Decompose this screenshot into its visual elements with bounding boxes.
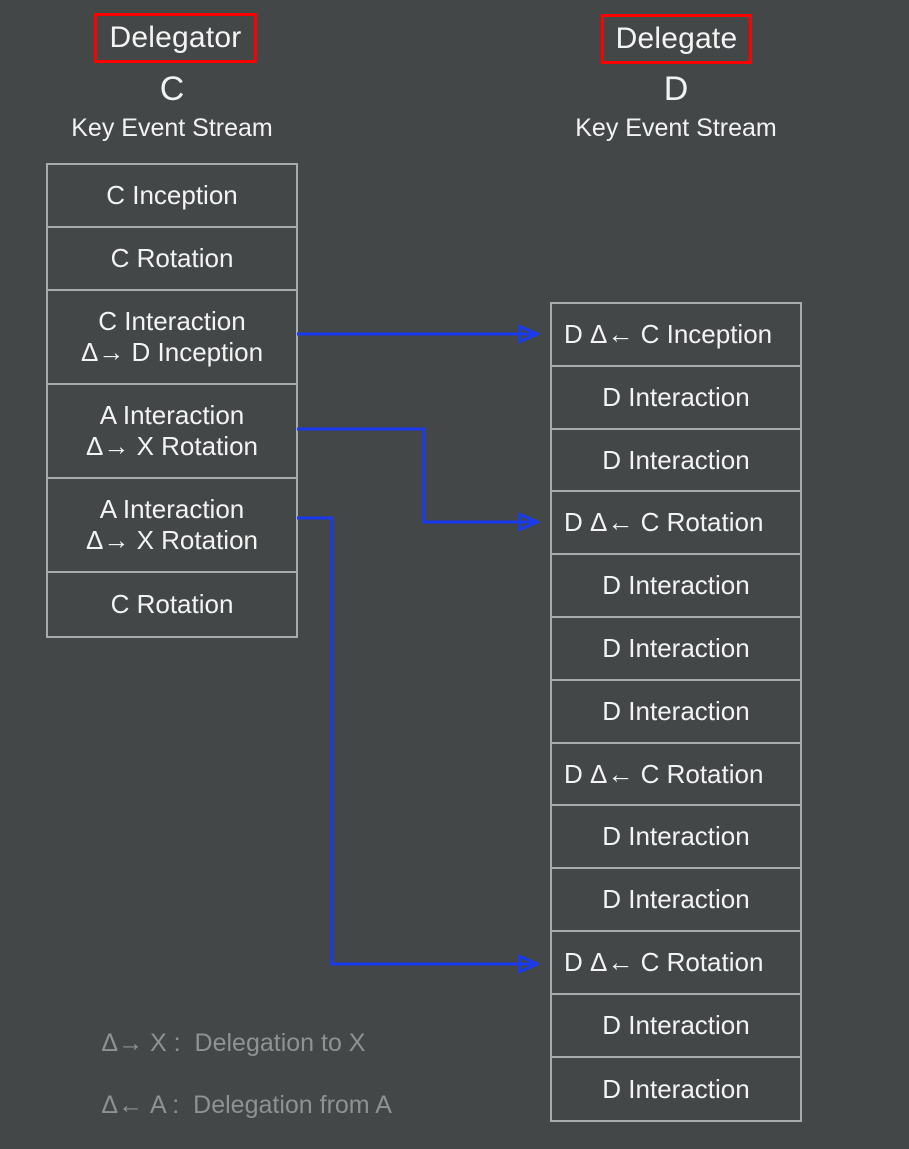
delegator-event-row: C Interaction Δ→ D Inception (48, 291, 296, 385)
delegate-title-box: Delegate (601, 14, 752, 64)
delegate-event-text: D Interaction (602, 381, 750, 412)
delegate-event-stack: D Δ← C Inception D Interaction D Interacti… (550, 302, 802, 1123)
delegate-event-text: D Interaction (602, 821, 750, 852)
delegate-event-text: D Interaction (602, 884, 750, 915)
delegate-event-row: D Interaction (552, 869, 800, 932)
delegate-event-text: D Interaction (602, 695, 750, 726)
delegator-event-text: C Rotation (110, 243, 234, 274)
legend-from-description: Delegation from A (193, 1091, 392, 1119)
delegator-event-row: A Interaction Δ→ X Rotation (48, 385, 296, 479)
delegate-event-text: D Δ← C Rotation (564, 947, 764, 978)
delegate-event-row: D Δ← C Inception (552, 304, 800, 367)
delegate-event-text: D Δ← C Rotation (564, 507, 764, 538)
delegate-event-row: D Interaction (552, 367, 800, 430)
delegate-event-row: D Interaction (552, 806, 800, 870)
legend-to-description: Delegation to X (194, 1029, 366, 1057)
delegate-event-row: D Δ← C Rotation (552, 492, 800, 556)
delegate-stream-label: Key Event Stream (575, 114, 777, 142)
rotation-link-2 (297, 516, 537, 964)
delegate-identifier-letter: D (663, 70, 689, 108)
delegator-title-box: Delegator (94, 13, 257, 63)
delegator-event-text: C Inception (106, 180, 238, 211)
delegate-event-row: D Interaction (552, 1058, 800, 1121)
delegate-event-text: D Δ← C Inception (564, 319, 773, 350)
delegate-event-row: D Interaction (552, 618, 800, 681)
delegator-event-stack: C Inception C Rotation C Interaction Δ→ D I… (46, 163, 298, 638)
delegate-event-row: D Interaction (552, 430, 800, 493)
delegate-event-row: D Interaction (552, 555, 800, 618)
delegate-event-row: D Δ← C Rotation (552, 932, 800, 995)
delegator-event-text: C Rotation (110, 589, 234, 620)
delegator-event-row: C Rotation (48, 228, 296, 291)
delegate-event-text: D Interaction (602, 1073, 750, 1104)
delegate-event-text: D Interaction (602, 570, 750, 601)
delegator-identifier-letter: C (159, 70, 185, 108)
delegate-event-text: D Δ← C Rotation (564, 758, 764, 789)
delegate-title-label: Delegate (615, 22, 738, 55)
rotation-link-1 (297, 427, 537, 522)
delegate-event-text: D Interaction (602, 633, 750, 664)
legend-from-key: Δ← A : (101, 1091, 180, 1119)
delegator-event-row: C Inception (48, 165, 296, 228)
delegate-event-row: D Interaction (552, 681, 800, 744)
delegator-event-row: C Rotation (48, 573, 296, 636)
delegator-title-label: Delegator (109, 21, 242, 54)
delegator-event-text: C Interaction Δ→ D Inception (80, 306, 264, 367)
legend-to-key: Δ→ X : (101, 1029, 181, 1057)
delegate-event-text: D Interaction (602, 444, 750, 475)
delegator-event-text: A Interaction Δ→ X Rotation (86, 400, 258, 461)
delegate-event-row: D Δ← C Rotation (552, 744, 800, 807)
delegator-stream-label: Key Event Stream (71, 114, 273, 142)
legend-delegation-from: Δ← A : Delegation from A (75, 1062, 392, 1149)
diagram-canvas: Delegator C Key Event Stream Delegate D … (0, 0, 909, 1135)
delegate-event-text: D Interaction (602, 1009, 750, 1040)
delegator-event-row: A Interaction Δ→ X Rotation (48, 479, 296, 573)
delegate-event-row: D Interaction (552, 995, 800, 1058)
delegator-event-text: A Interaction Δ→ X Rotation (86, 494, 258, 555)
